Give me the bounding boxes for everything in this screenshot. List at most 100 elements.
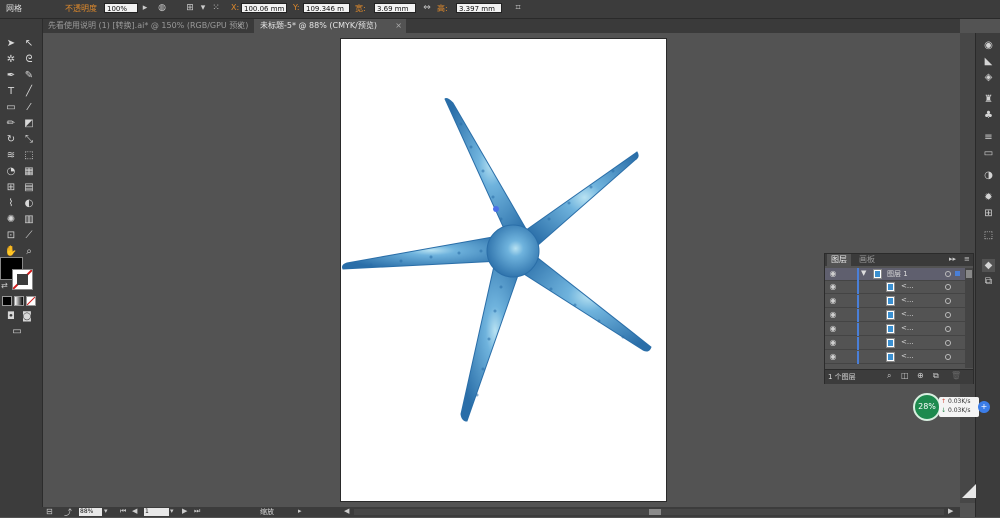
visibility-eye-icon[interactable]: ◉: [828, 338, 838, 348]
eraser-tool-icon[interactable]: ◩: [22, 117, 36, 131]
tab-document-1[interactable]: 先看使用说明 (1) [转换].ai* @ 150% (RGB/GPU 预览) …: [42, 19, 248, 33]
color-guide-icon[interactable]: ◈: [982, 71, 995, 84]
brushes-icon[interactable]: ♜: [982, 93, 995, 106]
tab-document-2[interactable]: 未标题-5* @ 88% (CMYK/预览) ×: [254, 19, 406, 33]
reference-point-icon[interactable]: ⁙: [210, 3, 222, 14]
rotate-tool-icon[interactable]: ↻: [4, 133, 18, 147]
x-field[interactable]: 100.06 mm: [241, 3, 287, 13]
perspective-grid-tool-icon[interactable]: ▦: [22, 165, 36, 179]
close-icon[interactable]: ×: [395, 19, 402, 33]
locate-object-icon[interactable]: ⌕: [887, 371, 891, 381]
artboard-number-field[interactable]: 1: [144, 508, 169, 516]
graphic-styles-icon[interactable]: ◣: [982, 55, 995, 68]
align-grid-icon[interactable]: ⊞: [184, 3, 196, 14]
target-circle-icon[interactable]: [945, 284, 951, 290]
artboard-canvas[interactable]: [340, 38, 667, 502]
visibility-eye-icon[interactable]: ◉: [828, 282, 838, 292]
horizontal-scrollbar-track[interactable]: [354, 509, 944, 515]
mesh-point[interactable]: [493, 206, 499, 212]
selection-tool-icon[interactable]: ➤: [4, 37, 18, 51]
stroke-icon[interactable]: ≡: [982, 131, 995, 144]
y-field[interactable]: 109.346 m: [303, 3, 350, 13]
last-artboard-icon[interactable]: ⏭: [194, 507, 200, 516]
scale-tool-icon[interactable]: ⤡: [22, 133, 36, 147]
column-graph-tool-icon[interactable]: ▥: [22, 213, 36, 227]
target-circle-icon[interactable]: [945, 326, 951, 332]
sublayer-name[interactable]: <...: [901, 296, 914, 304]
cpu-percent-badge[interactable]: 28%: [913, 393, 941, 421]
sublayer-row[interactable]: ◉ <...: [825, 295, 965, 308]
expand-plus-icon[interactable]: +: [978, 401, 990, 413]
scroll-left-icon[interactable]: ◀: [344, 507, 349, 515]
rectangle-tool-icon[interactable]: ▭: [4, 101, 18, 115]
draw-behind-icon[interactable]: ◙: [20, 310, 34, 324]
collapse-icon[interactable]: ▸▸: [949, 255, 956, 263]
new-layer-icon[interactable]: ⧉: [933, 371, 939, 381]
none-mode-icon[interactable]: [26, 296, 36, 306]
chevron-down-icon[interactable]: ▾: [170, 507, 174, 515]
sublayer-row[interactable]: ◉ <...: [825, 309, 965, 322]
slice-tool-icon[interactable]: ⟋: [22, 229, 36, 243]
width-field[interactable]: 3.69 mm: [374, 3, 416, 13]
target-circle-icon[interactable]: [945, 312, 951, 318]
visibility-eye-icon[interactable]: ◉: [828, 296, 838, 306]
eyedropper-tool-icon[interactable]: ⌇: [4, 197, 18, 211]
network-monitor-widget[interactable]: 28% ↑ 0.03K/s ↓ 0.03K/s +: [913, 393, 993, 423]
symbols-icon[interactable]: ♣: [982, 109, 995, 122]
mesh-tool-icon[interactable]: ⊞: [4, 181, 18, 195]
layers-icon[interactable]: ◆: [982, 259, 995, 272]
chevron-down-icon[interactable]: ▾: [197, 3, 209, 14]
shape-builder-tool-icon[interactable]: ◔: [4, 165, 18, 179]
opacity-label[interactable]: 不透明度: [65, 3, 97, 14]
artboard-navigator-icon[interactable]: ⊟: [46, 507, 53, 516]
status-arrow-icon[interactable]: ▸: [298, 507, 302, 515]
line-tool-icon[interactable]: ╱: [22, 85, 36, 99]
sublayer-row[interactable]: ◉ <...: [825, 351, 965, 364]
color-mode-icon[interactable]: [2, 296, 12, 306]
first-artboard-icon[interactable]: ⏮: [120, 507, 126, 516]
sublayer-name[interactable]: <...: [901, 324, 914, 332]
starfish-illustration[interactable]: [341, 39, 668, 503]
new-sublayer-icon[interactable]: ⊕: [917, 371, 924, 380]
artboard-tool-icon[interactable]: ⊡: [4, 229, 18, 243]
zoom-tool-icon[interactable]: ⌕: [22, 245, 36, 259]
pen-tool-icon[interactable]: ✒: [4, 69, 18, 83]
sublayer-row[interactable]: ◉ <...: [825, 281, 965, 294]
width-tool-icon[interactable]: ≋: [4, 149, 18, 163]
gradient-icon[interactable]: ▭: [982, 147, 995, 160]
chevron-down-icon[interactable]: ▾: [104, 507, 108, 515]
target-circle-icon[interactable]: [945, 340, 951, 346]
lasso-tool-icon[interactable]: ᘓ: [22, 53, 36, 67]
gradient-tool-icon[interactable]: ▤: [22, 181, 36, 195]
layers-scrollbar-thumb[interactable]: [966, 270, 972, 278]
target-circle-icon[interactable]: [945, 271, 951, 277]
visibility-eye-icon[interactable]: ◉: [828, 352, 838, 362]
visibility-eye-icon[interactable]: ◉: [828, 324, 838, 334]
height-field[interactable]: 3.397 mm: [456, 3, 502, 13]
link-proportions-icon[interactable]: ⇔: [421, 3, 433, 14]
tab-artboards[interactable]: 画板: [855, 254, 879, 266]
draw-mode-icon[interactable]: ◘: [4, 310, 18, 324]
color-icon[interactable]: ✹: [982, 191, 995, 204]
close-icon[interactable]: ×: [236, 19, 243, 33]
links-icon[interactable]: ⬚: [982, 229, 995, 242]
target-circle-icon[interactable]: [945, 354, 951, 360]
previous-artboard-icon[interactable]: ◀: [132, 507, 137, 515]
visibility-eye-icon[interactable]: ◉: [828, 269, 838, 279]
opacity-field[interactable]: 100%: [104, 3, 138, 13]
free-transform-tool-icon[interactable]: ⬚: [22, 149, 36, 163]
magic-wand-tool-icon[interactable]: ✲: [4, 53, 18, 67]
sublayer-name[interactable]: <...: [901, 352, 914, 360]
appearance-icon[interactable]: ◉: [982, 39, 995, 52]
symbol-sprayer-tool-icon[interactable]: ✺: [4, 213, 18, 227]
screen-mode-icon[interactable]: ▭: [10, 325, 24, 339]
horizontal-scrollbar-thumb[interactable]: [649, 509, 661, 515]
tab-layers[interactable]: 图层: [827, 254, 851, 266]
stroke-swatch[interactable]: [12, 269, 33, 290]
type-tool-icon[interactable]: T: [4, 85, 18, 99]
layer-row[interactable]: ◉ ▼ 图层 1: [825, 268, 965, 281]
clipping-mask-icon[interactable]: ◫: [901, 371, 909, 380]
direct-selection-tool-icon[interactable]: ↖: [22, 37, 36, 51]
blend-tool-icon[interactable]: ◐: [22, 197, 36, 211]
sublayer-name[interactable]: <...: [901, 282, 914, 290]
